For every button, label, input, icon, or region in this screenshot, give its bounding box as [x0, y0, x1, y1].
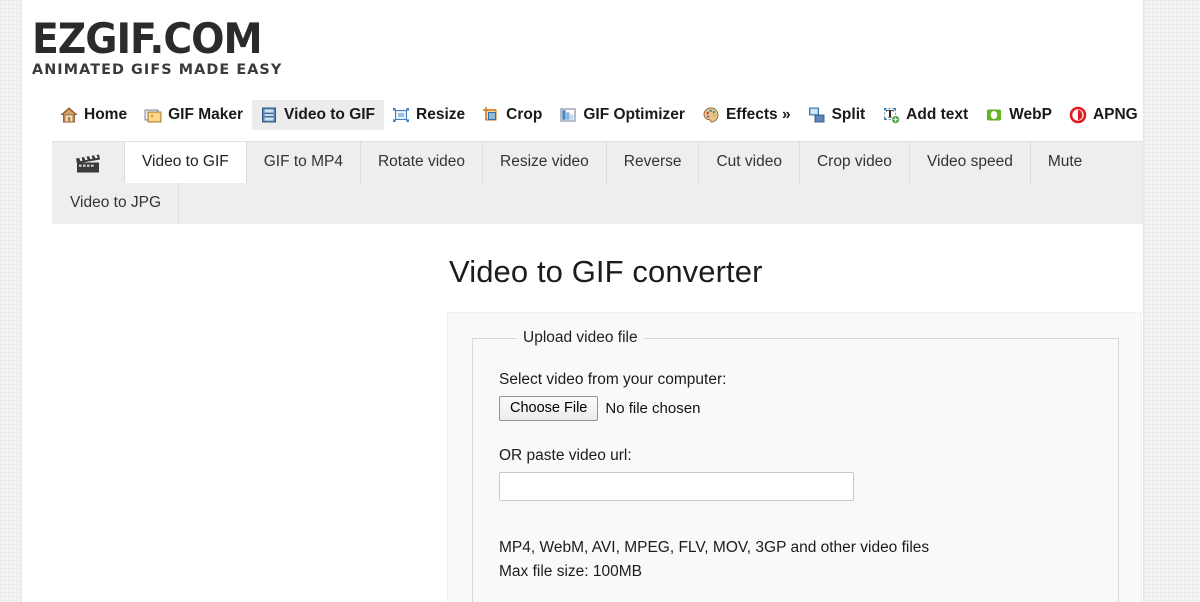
- subtab-reverse[interactable]: Reverse: [605, 142, 699, 183]
- site-header: EZGIF.COM ANIMATED GIFS MADE EASY: [22, 0, 1143, 96]
- effects-palette-icon: [702, 106, 720, 124]
- choose-file-button[interactable]: Choose File: [499, 396, 599, 421]
- resize-icon: [392, 106, 410, 124]
- video-to-gif-icon: [260, 106, 278, 124]
- nav-item-crop[interactable]: Crop: [474, 100, 551, 130]
- site-logo[interactable]: EZGIF.COM ANIMATED GIFS MADE EASY: [32, 18, 285, 78]
- video-url-input[interactable]: [499, 472, 854, 501]
- subtab-mute[interactable]: Mute: [1029, 142, 1099, 183]
- split-icon: [808, 106, 826, 124]
- subtab-label: Reverse: [623, 153, 682, 170]
- upload-panel: Upload video file Select video from your…: [447, 312, 1142, 602]
- subnav-row-2: Video to JPG: [52, 183, 1143, 224]
- nav-item-split[interactable]: Split: [800, 100, 875, 130]
- nav-item-effects[interactable]: Effects »: [694, 100, 800, 130]
- nav-item-gif-optimizer[interactable]: GIF Optimizer: [551, 100, 694, 130]
- nav-label: WebP: [1009, 105, 1052, 123]
- subtab-label: Video to JPG: [70, 194, 162, 211]
- nav-label: Crop: [506, 105, 543, 123]
- subtab-gif-to-mp4[interactable]: GIF to MP4: [245, 142, 360, 183]
- subtab-label: Rotate video: [377, 153, 466, 170]
- optimizer-icon: [559, 106, 577, 124]
- main-navigation: Home GIF Maker Video to GIF Resize Crop …: [22, 96, 1143, 133]
- nav-item-gif-maker[interactable]: GIF Maker: [136, 100, 252, 130]
- nav-item-home[interactable]: Home: [52, 100, 136, 130]
- supported-formats-note: MP4, WebM, AVI, MPEG, FLV, MOV, 3GP and …: [499, 536, 1118, 584]
- home-icon: [60, 106, 78, 124]
- page-title: Video to GIF converter: [449, 254, 763, 289]
- subtab-resize-video[interactable]: Resize video: [482, 142, 606, 183]
- nav-label: GIF Optimizer: [583, 105, 685, 123]
- gif-maker-icon: [144, 106, 162, 124]
- subnav-spacer: [178, 183, 1143, 224]
- fieldset-legend: Upload video file: [523, 329, 638, 346]
- webp-icon: [985, 106, 1003, 124]
- file-status-text: No file chosen: [605, 400, 701, 417]
- nav-item-video-to-gif[interactable]: Video to GIF: [252, 99, 385, 130]
- crop-icon: [482, 106, 500, 124]
- upload-video-file-fieldset: Upload video file Select video from your…: [472, 329, 1119, 602]
- nav-label: Add text: [906, 105, 969, 123]
- nav-item-apng[interactable]: APNG: [1061, 100, 1143, 130]
- nav-item-resize[interactable]: Resize: [384, 100, 474, 130]
- subtab-rotate-video[interactable]: Rotate video: [359, 142, 482, 183]
- logo-wordmark: EZGIF.COM: [32, 14, 263, 63]
- select-video-label: Select video from your computer:: [499, 371, 727, 388]
- nav-label: GIF Maker: [168, 105, 244, 123]
- main-content: Video to GIF converter Upload video file…: [22, 224, 1143, 602]
- nav-label: Effects »: [725, 105, 791, 123]
- subtab-label: GIF to MP4: [263, 153, 343, 170]
- page-container: EZGIF.COM ANIMATED GIFS MADE EASY Home G…: [22, 0, 1143, 602]
- subtab-video-speed[interactable]: Video speed: [908, 142, 1030, 183]
- subtab-label: Video to GIF: [142, 153, 229, 170]
- nav-label: Video to GIF: [284, 105, 376, 123]
- nav-label: APNG: [1092, 105, 1138, 123]
- subtab-label: Video speed: [926, 153, 1013, 170]
- nav-label: Resize: [416, 105, 466, 123]
- add-text-icon: T: [882, 106, 900, 124]
- nav-item-webp[interactable]: WebP: [977, 100, 1061, 130]
- sub-navigation: Video to GIF GIF to MP4 Rotate video Res…: [52, 141, 1143, 224]
- subtab-label: Crop video: [816, 153, 892, 170]
- subtab-video-to-gif[interactable]: Video to GIF: [124, 142, 246, 183]
- nav-label: Split: [831, 105, 866, 123]
- apng-icon: [1069, 106, 1087, 124]
- subtab-label: Cut video: [716, 153, 782, 170]
- subtab-label: Mute: [1047, 153, 1083, 170]
- max-file-size-line: Max file size: 100MB: [499, 563, 642, 581]
- paste-url-label: OR paste video url:: [499, 447, 632, 464]
- subtab-label: Resize video: [500, 153, 589, 170]
- formats-line: MP4, WebM, AVI, MPEG, FLV, MOV, 3GP and …: [499, 539, 930, 556]
- nav-item-add-text[interactable]: T Add text: [874, 100, 977, 130]
- subtab-video-to-jpg[interactable]: Video to JPG: [52, 183, 178, 224]
- subnav-icon-cell: [52, 142, 124, 183]
- film-clapper-icon: [75, 152, 101, 174]
- subtab-crop-video[interactable]: Crop video: [798, 142, 909, 183]
- subtab-cut-video[interactable]: Cut video: [698, 142, 798, 183]
- logo-tagline: ANIMATED GIFS MADE EASY: [32, 62, 283, 78]
- file-input-row: Choose File No file chosen: [499, 396, 1118, 421]
- nav-label: Home: [84, 105, 128, 123]
